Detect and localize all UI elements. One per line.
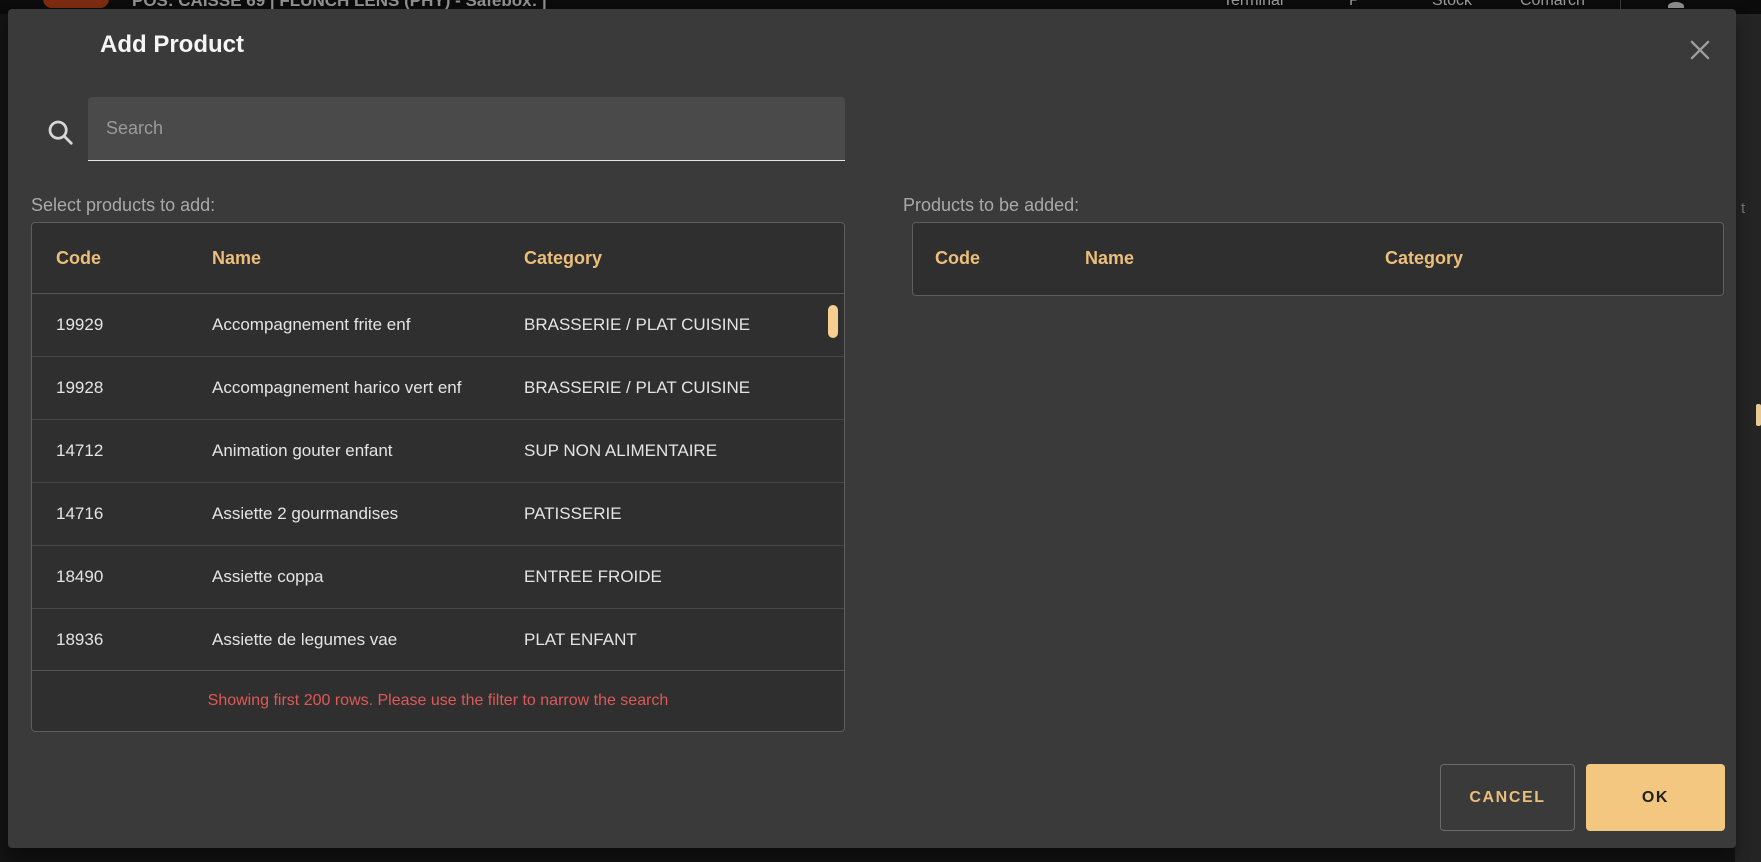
column-header-code: Code — [56, 248, 212, 269]
table-footer: Showing first 200 rows. Please use the f… — [32, 670, 844, 731]
product-category-cell: SUP NON ALIMENTAIRE — [524, 441, 844, 461]
product-name-cell: Accompagnement frite enf — [212, 315, 524, 335]
app-logo — [43, 0, 109, 8]
product-name-cell: Accompagnement harico vert enf — [212, 378, 524, 398]
product-row[interactable]: 19929 Accompagnement frite enf BRASSERIE… — [32, 293, 844, 356]
product-code-cell: 18490 — [56, 567, 212, 587]
column-header-name: Name — [1085, 248, 1385, 269]
product-category-cell: BRASSERIE / PLAT CUISINE — [524, 315, 844, 335]
product-category-cell: PLAT ENFANT — [524, 630, 844, 650]
product-category-cell: PATISSERIE — [524, 504, 844, 524]
product-code-cell: 14712 — [56, 441, 212, 461]
product-row[interactable]: 18936 Assiette de legumes vae PLAT ENFAN… — [32, 608, 844, 671]
select-products-label: Select products to add: — [31, 195, 215, 216]
background-page-strip: t — [1735, 14, 1761, 862]
add-product-dialog: Add Product Select products to add: Prod… — [8, 9, 1736, 848]
table-header-row: Code Name Category — [32, 223, 844, 293]
page-scrollbar-thumb[interactable] — [1756, 404, 1761, 426]
column-header-code: Code — [935, 248, 1085, 269]
product-row[interactable]: 14716 Assiette 2 gourmandises PATISSERIE — [32, 482, 844, 545]
product-code-cell: 19928 — [56, 378, 212, 398]
close-button[interactable] — [1680, 31, 1720, 71]
cancel-button[interactable]: CANCEL — [1440, 764, 1575, 831]
row-limit-notice: Showing first 200 rows. Please use the f… — [208, 692, 669, 710]
product-code-cell: 18936 — [56, 630, 212, 650]
product-code-cell: 19929 — [56, 315, 212, 335]
selected-products-table: Code Name Category — [912, 222, 1724, 296]
product-name-cell: Assiette de legumes vae — [212, 630, 524, 650]
ok-button[interactable]: OK — [1586, 764, 1725, 831]
product-code-cell: 14716 — [56, 504, 212, 524]
product-row[interactable]: 18490 Assiette coppa ENTREE FROIDE — [32, 545, 844, 608]
product-name-cell: Assiette 2 gourmandises — [212, 504, 524, 524]
search-input[interactable] — [88, 97, 845, 161]
product-row[interactable]: 19928 Accompagnement harico vert enf BRA… — [32, 356, 844, 419]
background-text-fragment: t — [1741, 200, 1745, 217]
close-icon — [1686, 36, 1714, 67]
product-row[interactable]: 14712 Animation gouter enfant SUP NON AL… — [32, 419, 844, 482]
table-header-row: Code Name Category — [913, 223, 1723, 293]
column-header-category: Category — [1385, 248, 1723, 269]
product-category-cell: BRASSERIE / PLAT CUISINE — [524, 378, 844, 398]
products-to-add-label: Products to be added: — [903, 195, 1079, 216]
list-scrollbar-thumb[interactable] — [828, 305, 838, 338]
product-name-cell: Assiette coppa — [212, 567, 524, 587]
product-table-body: 19929 Accompagnement frite enf BRASSERIE… — [32, 293, 844, 671]
column-header-category: Category — [524, 248, 844, 269]
product-category-cell: ENTREE FROIDE — [524, 567, 844, 587]
product-name-cell: Animation gouter enfant — [212, 441, 524, 461]
available-products-table: Code Name Category 19929 Accompagnement … — [31, 222, 845, 732]
dialog-title: Add Product — [100, 31, 244, 59]
column-header-name: Name — [212, 248, 524, 269]
search-icon — [45, 117, 75, 147]
